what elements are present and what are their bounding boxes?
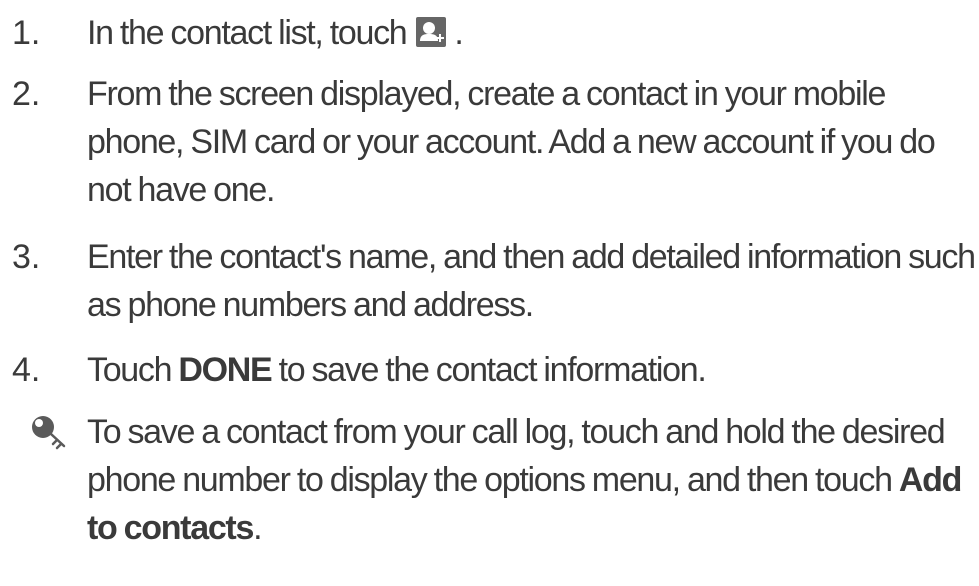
tip-text: To save a contact from your call log, to…: [87, 408, 979, 552]
step-text: Touch DONE to save the contact informati…: [87, 346, 977, 394]
tip-text-after: .: [253, 509, 262, 547]
step-text-before: In the contact list, touch: [87, 14, 408, 52]
add-contact-icon: [416, 17, 447, 47]
step-text-before: Touch: [87, 351, 173, 389]
step-text-after: .: [454, 14, 463, 52]
tip-text-body: To save a contact from your call log, to…: [87, 413, 946, 499]
step-number: 4.: [12, 351, 41, 389]
step-text-after: to save the contact information.: [271, 351, 707, 389]
step-number: 3.: [12, 238, 41, 276]
done-label: DONE: [178, 351, 272, 389]
step-text: In the contact list, touch .: [87, 9, 977, 57]
tip-key-icon: [30, 414, 84, 458]
step-number: 1.: [12, 14, 41, 52]
instruction-document: 1. In the contact list, touch . 2. From …: [0, 0, 979, 586]
step-number: 2.: [12, 75, 41, 113]
step-text: Enter the contact's name, and then add d…: [87, 238, 976, 324]
step-text: From the screen displayed, create a cont…: [87, 75, 936, 209]
